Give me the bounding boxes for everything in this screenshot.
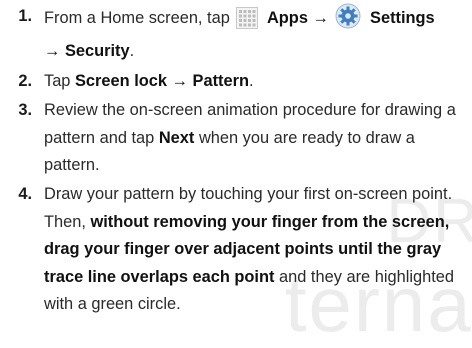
step-number: 3. (18, 101, 32, 120)
apps-grid-icon (236, 7, 259, 38)
instruction-steps: 1. From a Home screen, tap Apps → Settin… (0, 3, 472, 318)
screen-lock-label: Screen lock (75, 71, 168, 90)
step-1: 1. From a Home screen, tap Apps → Settin… (0, 3, 460, 66)
apps-label: Apps (266, 9, 308, 27)
arrow-icon: → (171, 71, 188, 90)
arrow-icon: → (44, 42, 61, 61)
step-text: Tap Screen lock → Pattern. (44, 68, 460, 95)
step-text: Draw your pattern by touching your first… (44, 181, 460, 318)
punctuation: . (129, 42, 135, 61)
step-3: 3. Review the on-screen animation proced… (0, 97, 460, 179)
step-1-text: From a Home screen, tap (44, 9, 230, 27)
step-number: 2. (18, 71, 32, 90)
arrow-icon: → (312, 9, 329, 27)
step-text: Review the on-screen animation procedure… (44, 97, 460, 179)
step-4: 4. Draw your pattern by touching your fi… (0, 181, 460, 318)
step-number: 4. (18, 185, 32, 204)
settings-gear-icon (335, 3, 361, 38)
pattern-label: Pattern (192, 71, 250, 90)
step-number: 1. (18, 7, 32, 25)
punctuation: . (249, 71, 254, 90)
step-2-text: Tap (44, 71, 71, 90)
next-label: Next (158, 128, 195, 147)
settings-label: Settings (370, 9, 435, 27)
step-2: 2. Tap Screen lock → Pattern. (0, 68, 460, 95)
security-label: Security (64, 42, 130, 61)
step-text: From a Home screen, tap Apps → Settings … (44, 3, 460, 66)
